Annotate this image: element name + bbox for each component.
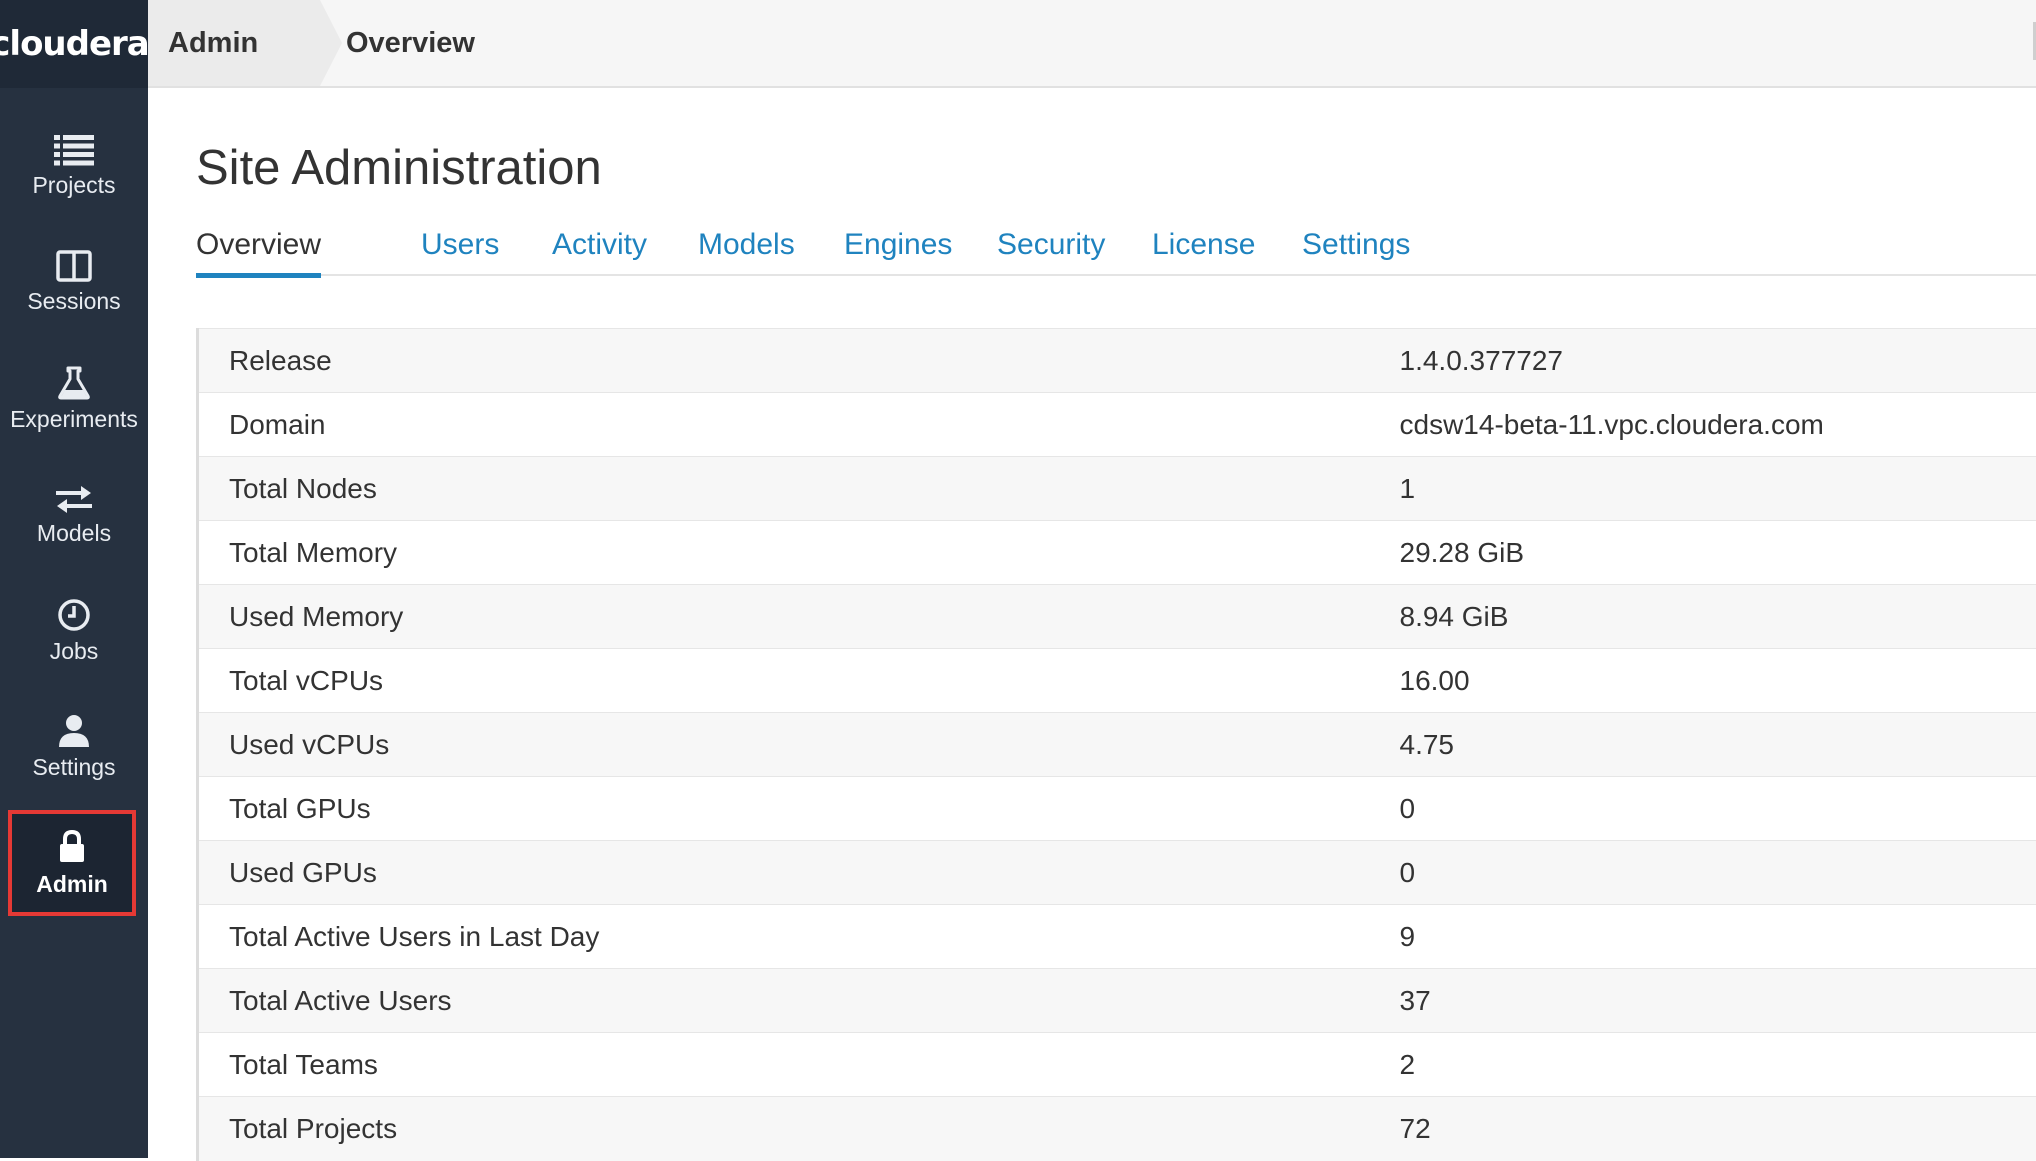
breadcrumb-separator — [320, 0, 342, 86]
logo-text: cloudera — [0, 24, 149, 64]
sidebar-item-label: Experiments — [10, 406, 138, 433]
row-key: Used GPUs — [198, 841, 1400, 905]
user-icon — [57, 714, 91, 748]
row-key: Total Active Users — [198, 969, 1400, 1033]
arrows-exchange-icon — [54, 484, 94, 514]
row-value: 29.28 GiB — [1400, 521, 2036, 585]
breadcrumb: Admin Overview — [148, 0, 2036, 88]
row-value: 2 — [1400, 1033, 2036, 1097]
row-key: Used vCPUs — [198, 713, 1400, 777]
breadcrumb-current: Overview — [346, 0, 475, 86]
tab-settings[interactable]: Settings — [1302, 228, 1410, 276]
sidebar-item-label: Admin — [36, 871, 108, 898]
row-key: Used Memory — [198, 585, 1400, 649]
sidebar-item-label: Models — [37, 520, 111, 547]
row-key: Total GPUs — [198, 777, 1400, 841]
tab-activity[interactable]: Activity — [552, 228, 647, 276]
tab-engines[interactable]: Engines — [844, 228, 952, 276]
row-value: cdsw14-beta-11.vpc.cloudera.com — [1400, 393, 2036, 457]
table-row: Domaincdsw14-beta-11.vpc.cloudera.com — [198, 393, 2036, 457]
row-value: 8.94 GiB — [1400, 585, 2036, 649]
sidebar-item-label: Settings — [32, 754, 115, 781]
cloudera-logo[interactable]: cloudera® — [0, 0, 148, 88]
sidebar-item-admin[interactable]: Admin — [8, 810, 136, 916]
row-value: 9 — [1400, 905, 2036, 969]
sidebar: cloudera® Projects Sessions Experiments — [0, 0, 148, 1158]
overview-table: Release1.4.0.377727 Domaincdsw14-beta-11… — [196, 328, 2036, 1161]
list-icon — [54, 134, 94, 166]
admin-tabs: Overview Users Activity Models Engines S… — [196, 228, 2036, 276]
columns-icon — [56, 250, 92, 282]
row-key: Domain — [198, 393, 1400, 457]
flask-icon — [57, 366, 91, 400]
row-value: 37 — [1400, 969, 2036, 1033]
row-value: 72 — [1400, 1097, 2036, 1161]
sidebar-item-jobs[interactable]: Jobs — [0, 598, 148, 665]
row-key: Total Memory — [198, 521, 1400, 585]
sidebar-item-projects[interactable]: Projects — [0, 134, 148, 199]
row-key: Total vCPUs — [198, 649, 1400, 713]
sidebar-item-label: Sessions — [27, 288, 120, 315]
tab-models[interactable]: Models — [698, 228, 795, 276]
table-row: Total Active Users37 — [198, 969, 2036, 1033]
breadcrumb-admin[interactable]: Admin — [148, 0, 320, 86]
table-row: Total Nodes1 — [198, 457, 2036, 521]
sidebar-item-models[interactable]: Models — [0, 484, 148, 547]
table-row: Total GPUs0 — [198, 777, 2036, 841]
tab-overview[interactable]: Overview — [196, 228, 321, 278]
row-value: 4.75 — [1400, 713, 2036, 777]
main-content: Site Administration Overview Users Activ… — [148, 88, 2036, 1158]
table-row: Used vCPUs4.75 — [198, 713, 2036, 777]
sidebar-item-sessions[interactable]: Sessions — [0, 250, 148, 315]
table-row: Release1.4.0.377727 — [198, 329, 2036, 393]
row-key: Total Nodes — [198, 457, 1400, 521]
row-key: Total Teams — [198, 1033, 1400, 1097]
clock-icon — [57, 598, 91, 632]
row-value: 0 — [1400, 777, 2036, 841]
row-value: 0 — [1400, 841, 2036, 905]
table-row: Used GPUs0 — [198, 841, 2036, 905]
row-key: Release — [198, 329, 1400, 393]
table-row: Total Memory29.28 GiB — [198, 521, 2036, 585]
sidebar-item-settings[interactable]: Settings — [0, 714, 148, 781]
tab-users[interactable]: Users — [421, 228, 499, 276]
sidebar-item-label: Projects — [32, 172, 115, 199]
tab-license[interactable]: License — [1152, 228, 1255, 276]
tab-security[interactable]: Security — [997, 228, 1105, 276]
page-title: Site Administration — [196, 140, 602, 196]
sidebar-item-label: Jobs — [50, 638, 99, 665]
table-row: Total vCPUs16.00 — [198, 649, 2036, 713]
table-row: Total Teams2 — [198, 1033, 2036, 1097]
lock-icon — [58, 829, 86, 863]
table-row: Total Projects72 — [198, 1097, 2036, 1161]
row-value: 1.4.0.377727 — [1400, 329, 2036, 393]
row-key: Total Active Users in Last Day — [198, 905, 1400, 969]
table-row: Total Active Users in Last Day9 — [198, 905, 2036, 969]
sidebar-item-experiments[interactable]: Experiments — [0, 366, 148, 433]
table-row: Used Memory8.94 GiB — [198, 585, 2036, 649]
row-value: 1 — [1400, 457, 2036, 521]
row-key: Total Projects — [198, 1097, 1400, 1161]
row-value: 16.00 — [1400, 649, 2036, 713]
